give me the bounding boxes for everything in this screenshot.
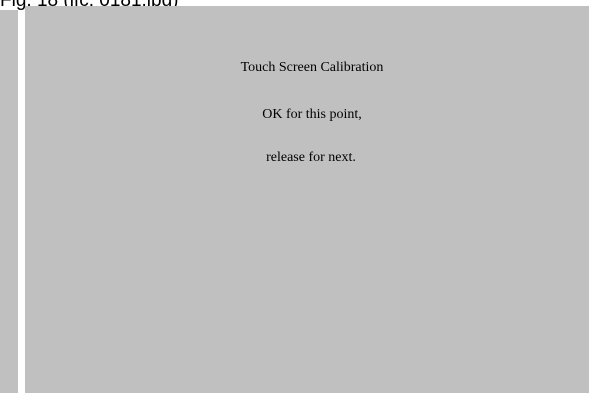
calibration-instruction-line1: OK for this point, bbox=[262, 107, 362, 122]
left-screen-edge bbox=[0, 10, 18, 393]
calibration-screen[interactable]: Touch Screen Calibration OK for this poi… bbox=[25, 6, 589, 393]
calibration-title: Touch Screen Calibration bbox=[240, 60, 384, 75]
figure: Fig. 18 (ifc. 0181.jpg) Touch Screen Cal… bbox=[0, 0, 589, 393]
calibration-instruction-line2: release for next. bbox=[266, 150, 356, 165]
